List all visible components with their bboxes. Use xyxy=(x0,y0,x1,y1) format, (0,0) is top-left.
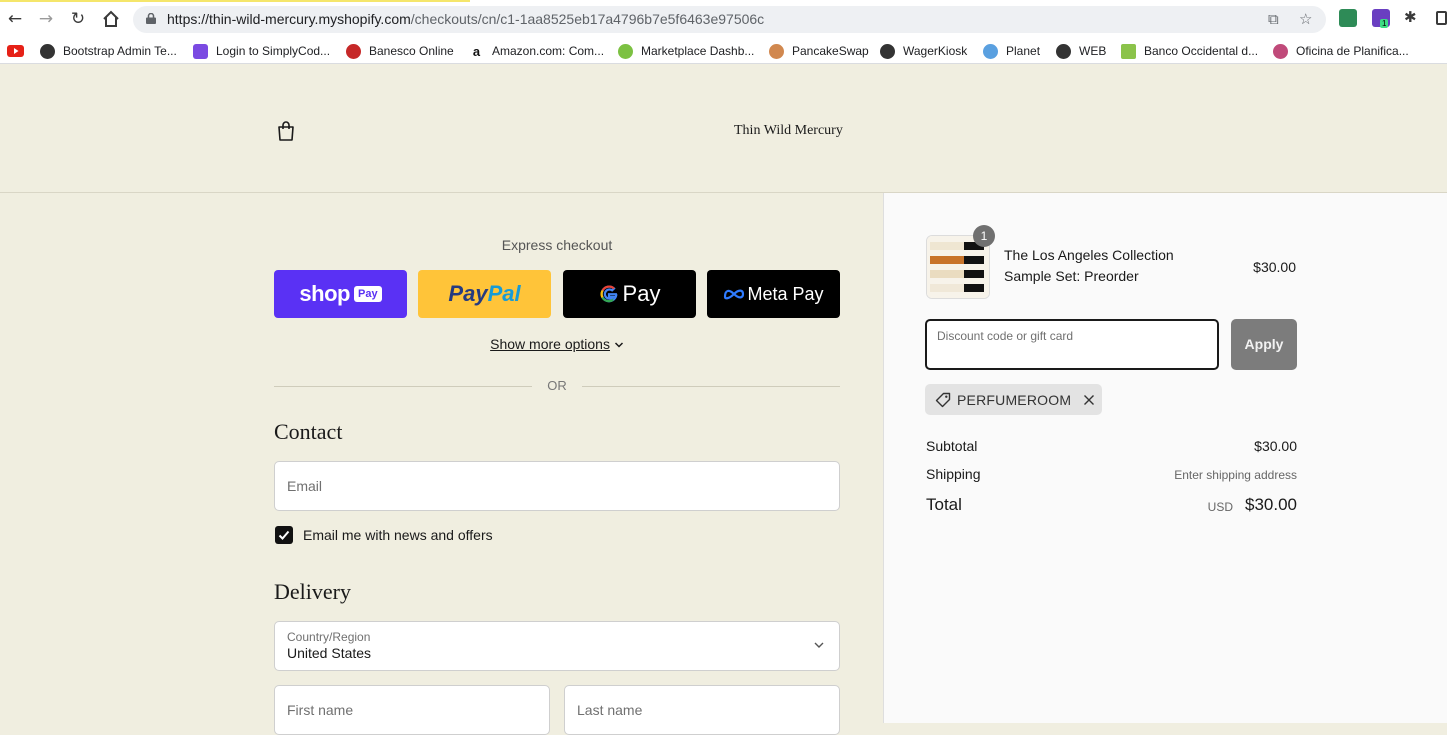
applied-discount-tag: PERFUMEROOM xyxy=(925,384,1102,415)
bookmark-item[interactable]: Banco Occidental d... xyxy=(1121,42,1258,60)
show-more-options-link[interactable]: Show more options xyxy=(274,336,840,352)
bookmarks-bar: Bootstrap Admin Te... Login to SimplyCod… xyxy=(0,38,1447,64)
back-arrow-icon[interactable]: ← xyxy=(4,8,26,30)
banesco-icon xyxy=(346,43,361,59)
home-icon[interactable] xyxy=(100,8,122,30)
bookmark-item[interactable]: PancakeSwap xyxy=(769,42,869,60)
tag-icon xyxy=(935,392,951,407)
globe-icon xyxy=(880,43,895,59)
extension-icon[interactable]: 1 xyxy=(1372,9,1390,28)
pancakeswap-icon xyxy=(769,43,784,59)
product-price: $30.00 xyxy=(1253,259,1296,275)
google-pay-button[interactable]: Pay xyxy=(563,270,696,318)
amazon-icon: a xyxy=(469,43,484,59)
or-divider: OR xyxy=(274,378,840,394)
country-select[interactable]: Country/Region United States xyxy=(274,621,840,671)
forward-arrow-icon[interactable]: → xyxy=(35,8,57,30)
puzzle-icon[interactable]: ✱ xyxy=(1404,8,1417,26)
chevron-down-icon xyxy=(614,342,623,348)
oficina-icon xyxy=(1273,43,1288,59)
planet-icon xyxy=(983,43,998,59)
paypal-button[interactable]: Pay Pal xyxy=(418,270,551,318)
bookmark-item[interactable]: a Amazon.com: Com... xyxy=(469,42,604,60)
delivery-heading: Delivery xyxy=(274,579,351,604)
contact-heading: Contact xyxy=(274,419,343,444)
address-bar[interactable]: https://thin-wild-mercury.myshopify.com/… xyxy=(133,6,1326,33)
translate-extension-icon[interactable] xyxy=(1339,9,1357,27)
checkmark-icon xyxy=(278,530,290,540)
shipping-row: Shipping Enter shipping address xyxy=(926,466,1297,482)
bookmark-youtube[interactable] xyxy=(7,42,24,60)
shop-pay-button[interactable]: shop Pay xyxy=(274,270,407,318)
shopping-bag-icon[interactable] xyxy=(277,121,295,141)
bookmark-item[interactable]: Login to SimplyCod... xyxy=(193,42,330,60)
chevron-down-icon xyxy=(814,642,824,648)
google-g-icon xyxy=(600,285,617,303)
bookmark-item[interactable]: WEB xyxy=(1056,42,1106,60)
last-name-field[interactable]: Last name xyxy=(564,685,840,735)
total-row: Total USD $30.00 xyxy=(926,495,1297,514)
express-checkout-title: Express checkout xyxy=(501,237,613,253)
youtube-icon xyxy=(7,45,24,57)
checkout-form: Express checkout shop Pay Pay Pal Pay Met… xyxy=(0,193,883,735)
email-field[interactable]: Email xyxy=(274,461,840,511)
globe-icon xyxy=(1056,43,1071,59)
subtotal-row: Subtotal $30.00 xyxy=(926,438,1297,454)
meta-pay-button[interactable]: Meta Pay xyxy=(707,270,840,318)
newsletter-label: Email me with news and offers xyxy=(303,527,493,543)
bookmark-item[interactable]: Marketplace Dashb... xyxy=(618,42,754,60)
sidepanel-icon[interactable] xyxy=(1436,11,1447,25)
apply-discount-button[interactable]: Apply xyxy=(1231,319,1297,370)
bookmark-item[interactable]: Planet xyxy=(983,42,1040,60)
bookmark-item[interactable]: WagerKiosk xyxy=(880,42,967,60)
meta-infinity-icon xyxy=(724,289,745,300)
divider-line xyxy=(582,386,840,387)
first-name-field[interactable]: First name xyxy=(274,685,550,735)
banco-occidental-icon xyxy=(1121,43,1136,59)
browser-toolbar: ← → ↻ https://thin-wild-mercury.myshopif… xyxy=(0,0,1447,38)
discount-code-input[interactable]: Discount code or gift card xyxy=(925,319,1219,370)
bookmark-item[interactable]: Banesco Online xyxy=(346,42,454,60)
product-name: The Los Angeles Collection Sample Set: P… xyxy=(1004,247,1174,284)
shop-header: Thin Wild Mercury xyxy=(0,65,1447,193)
star-icon[interactable]: ☆ xyxy=(1299,10,1312,28)
order-summary: 1 The Los Angeles Collection Sample Set:… xyxy=(883,193,1447,723)
quantity-badge: 1 xyxy=(973,225,995,247)
reload-icon[interactable]: ↻ xyxy=(67,8,89,30)
extension-badge: 1 xyxy=(1380,19,1389,28)
loading-bar xyxy=(0,0,470,2)
brand-logo[interactable]: Thin Wild Mercury xyxy=(734,123,843,139)
bookmark-item[interactable]: Bootstrap Admin Te... xyxy=(40,42,177,60)
globe-icon xyxy=(40,43,55,59)
share-icon[interactable]: ⧉ xyxy=(1268,10,1279,28)
bookmark-item[interactable]: Oficina de Planifica... xyxy=(1273,42,1409,60)
lock-icon xyxy=(146,13,156,24)
clover-icon xyxy=(618,43,633,59)
url-text: https://thin-wild-mercury.myshopify.com/… xyxy=(167,11,765,27)
newsletter-checkbox[interactable] xyxy=(275,526,293,544)
remove-discount-icon[interactable] xyxy=(1083,394,1095,406)
simplycodes-icon xyxy=(193,43,208,59)
